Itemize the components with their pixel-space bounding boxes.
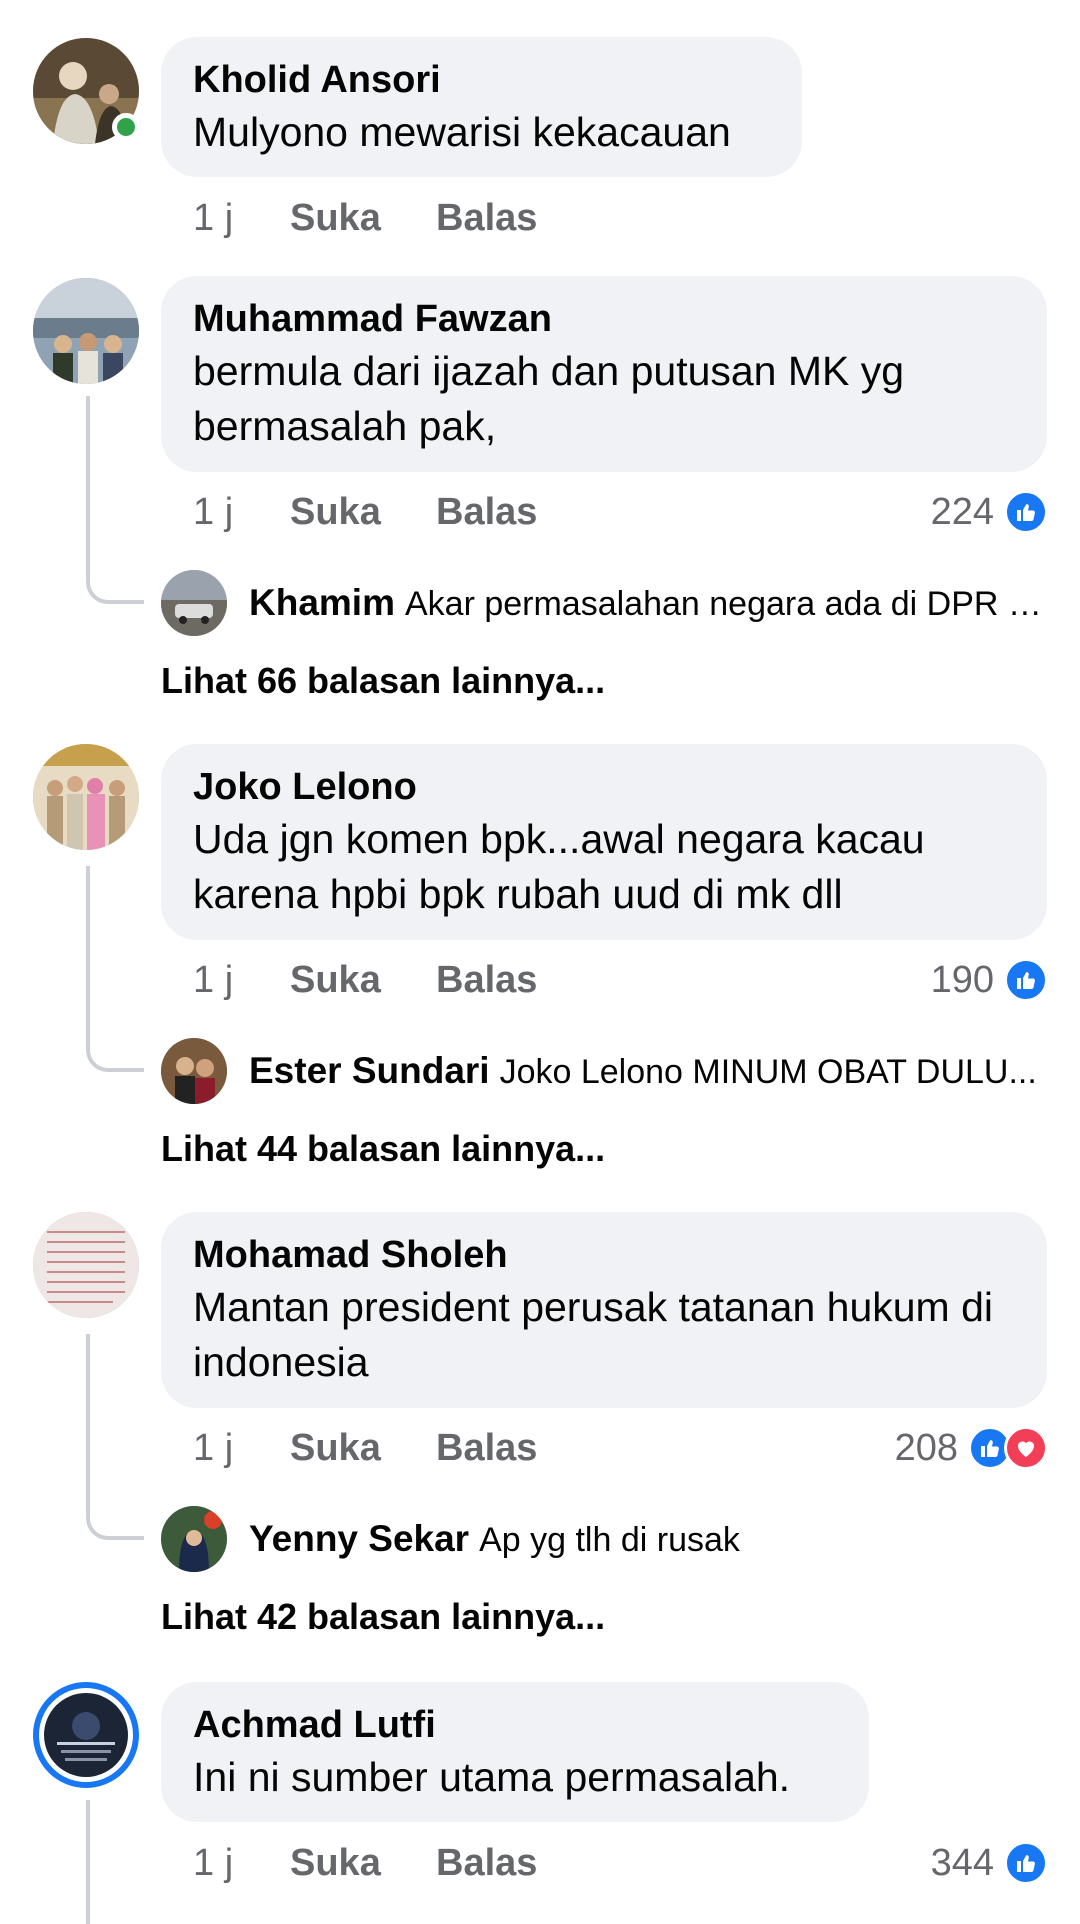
thread-branch: [86, 1510, 144, 1540]
reply-button[interactable]: Balas: [436, 955, 537, 1005]
avatar-photo-icon: [44, 1693, 128, 1777]
reaction-count: 190: [930, 958, 994, 1001]
comment-actions: 1 j Suka Balas: [193, 1838, 537, 1888]
reaction-summary[interactable]: 344: [931, 1838, 1048, 1888]
comment-bubble: Mohamad Sholeh Mantan president perusak …: [161, 1212, 1047, 1408]
avatar[interactable]: [33, 278, 139, 384]
like-button[interactable]: Suka: [290, 193, 436, 243]
comment-text: Uda jgn komen bpk...awal negara kacau ka…: [193, 816, 925, 917]
comment-time[interactable]: 1 j: [193, 487, 290, 537]
comment-actions: 1 j Suka Balas: [193, 193, 537, 243]
reply-preview[interactable]: Ester Sundari Joko Lelono MINUM OBAT DULU…: [161, 1038, 1048, 1104]
thumbs-up-icon: [1004, 958, 1048, 1002]
view-more-replies-link[interactable]: Lihat 42 balasan lainnya...: [161, 1596, 605, 1638]
avatar-photo-icon: [33, 744, 139, 850]
reply-author[interactable]: Khamim: [249, 582, 395, 623]
heart-icon: [1004, 1426, 1048, 1470]
comment-time[interactable]: 1 j: [193, 955, 290, 1005]
reply-preview[interactable]: Yenny Sekar Ap yg tlh di rusak: [161, 1506, 1048, 1572]
thumbs-up-icon: [1004, 1841, 1048, 1885]
comment-time[interactable]: 1 j: [193, 193, 290, 243]
thread-branch: [86, 574, 144, 604]
comment-text: Mantan president perusak tatanan hukum d…: [193, 1284, 994, 1385]
avatar-photo-icon: [161, 570, 227, 636]
reply-button[interactable]: Balas: [436, 193, 537, 243]
avatar-photo-icon: [33, 278, 139, 384]
reaction-summary[interactable]: 190: [931, 955, 1048, 1005]
avatar[interactable]: [33, 744, 139, 850]
reply-avatar[interactable]: [161, 1506, 227, 1572]
comment-author[interactable]: Kholid Ansori: [193, 55, 770, 105]
avatar[interactable]: [33, 1212, 139, 1318]
thread-line: [86, 1334, 90, 1510]
reply-snippet: Joko Lelono MINUM OBAT DULU...: [499, 1053, 1037, 1091]
reaction-count: 208: [894, 1426, 958, 1469]
comment-author[interactable]: Mohamad Sholeh: [193, 1230, 1015, 1280]
reaction-summary[interactable]: 208: [895, 1423, 1048, 1473]
reply-button[interactable]: Balas: [436, 1838, 537, 1888]
like-button[interactable]: Suka: [290, 487, 436, 537]
reply-button[interactable]: Balas: [436, 487, 537, 537]
reply-author[interactable]: Yenny Sekar: [249, 1518, 469, 1559]
comment-bubble: Kholid Ansori Mulyono mewarisi kekacauan: [161, 37, 802, 177]
like-button[interactable]: Suka: [290, 955, 436, 1005]
avatar-photo-icon: [161, 1506, 227, 1572]
reply-preview-text: Ester Sundari Joko Lelono MINUM OBAT DULU…: [249, 1050, 1037, 1092]
reply-preview-text: Yenny Sekar Ap yg tlh di rusak: [249, 1518, 740, 1560]
reply-avatar[interactable]: [161, 570, 227, 636]
comment-bubble: Achmad Lutfi Ini ni sumber utama permasa…: [161, 1682, 869, 1822]
reaction-count: 224: [930, 490, 994, 533]
thread-branch: [86, 1042, 144, 1072]
like-button[interactable]: Suka: [290, 1423, 436, 1473]
like-button[interactable]: Suka: [290, 1838, 436, 1888]
reply-button[interactable]: Balas: [436, 1423, 537, 1473]
thumbs-up-icon: [1004, 490, 1048, 534]
comment-time[interactable]: 1 j: [193, 1838, 290, 1888]
view-more-replies-link[interactable]: Lihat 44 balasan lainnya...: [161, 1128, 605, 1170]
avatar-photo-icon: [161, 1038, 227, 1104]
view-more-replies-link[interactable]: Lihat 66 balasan lainnya...: [161, 660, 605, 702]
reply-snippet: Ap yg tlh di rusak: [479, 1521, 740, 1559]
comment-author[interactable]: Joko Lelono: [193, 762, 1015, 812]
comment-text: bermula dari ijazah dan putusan MK yg be…: [193, 348, 905, 449]
avatar-photo-icon: [33, 1212, 139, 1318]
reply-preview[interactable]: Khamim Akar permasalahan negara ada di DP…: [161, 570, 1048, 636]
comment-time[interactable]: 1 j: [193, 1423, 290, 1473]
thread-line: [86, 396, 90, 576]
comment-text: Ini ni sumber utama permasalah.: [193, 1754, 791, 1800]
reaction-summary[interactable]: 224: [931, 487, 1048, 537]
comment-actions: 1 j Suka Balas: [193, 487, 537, 537]
comment-bubble: Muhammad Fawzan bermula dari ijazah dan …: [161, 276, 1047, 472]
reply-avatar[interactable]: [161, 1038, 227, 1104]
comment-bubble: Joko Lelono Uda jgn komen bpk...awal neg…: [161, 744, 1047, 940]
comment-actions: 1 j Suka Balas: [193, 1423, 537, 1473]
reply-snippet: Akar permasalahan negara ada di DPR dan …: [404, 585, 1048, 623]
reply-preview-text: Khamim Akar permasalahan negara ada di DP…: [249, 582, 1048, 624]
thread-line: [86, 1800, 90, 1924]
thread-line: [86, 866, 90, 1042]
avatar[interactable]: [33, 1682, 139, 1788]
reaction-count: 344: [930, 1841, 994, 1884]
comment-author[interactable]: Achmad Lutfi: [193, 1700, 837, 1750]
comment-actions: 1 j Suka Balas: [193, 955, 537, 1005]
comment-text: Mulyono mewarisi kekacauan: [193, 109, 731, 155]
comment-author[interactable]: Muhammad Fawzan: [193, 294, 1015, 344]
reply-author[interactable]: Ester Sundari: [249, 1050, 490, 1091]
online-status-dot: [112, 113, 140, 141]
